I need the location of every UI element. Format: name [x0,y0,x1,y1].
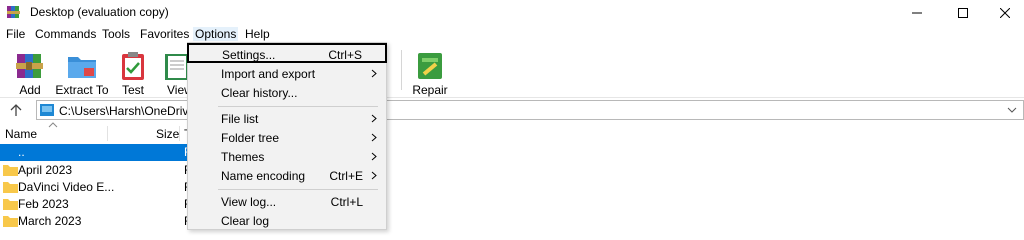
chevron-down-icon[interactable] [1007,106,1017,114]
shortcut-label: Ctrl+L [330,195,363,209]
list-item[interactable]: .. F [0,144,191,161]
folder-icon [3,199,18,210]
column-separator[interactable] [107,126,108,141]
chevron-right-icon [371,69,377,78]
column-name[interactable]: Name [5,127,37,141]
list-item[interactable]: Feb 2023 F [0,196,191,213]
extract-to-label: Extract To [55,83,109,97]
menu-item-themes[interactable]: Themes [188,147,386,166]
list-item[interactable]: DaVinci Video E... F [0,179,191,196]
repair-kit-icon [418,53,442,79]
extract-to-button[interactable]: Extract To [54,48,110,97]
add-button[interactable]: Add [2,48,58,97]
column-size[interactable]: Size [156,127,179,141]
up-arrow-icon[interactable] [8,102,24,118]
maximize-icon [958,7,968,18]
toolbar: Add Extract To Test View [0,44,1024,98]
view-book-icon [165,54,187,80]
folder-icon [3,165,18,176]
minimize-icon [912,12,922,13]
menu-item-view-log[interactable]: View log... Ctrl+L [188,192,386,211]
menu-item-clear-history[interactable]: Clear history... [188,83,386,102]
menu-item-folder-tree[interactable]: Folder tree [188,128,386,147]
file-name: March 2023 [18,214,82,228]
file-name: .. [18,145,25,159]
window-title: Desktop (evaluation copy) [30,5,169,19]
menu-item-label: View log... [221,195,277,209]
menu-tools[interactable]: Tools [100,27,132,41]
add-label: Add [19,83,41,97]
menu-item-file-list[interactable]: File list [188,109,386,128]
menu-item-settings[interactable]: Settings... Ctrl+S [187,43,387,63]
menu-item-name-encoding[interactable]: Name encoding Ctrl+E [188,166,386,185]
test-clipboard-icon [122,52,144,80]
options-menu: Settings... Ctrl+S Import and export Cle… [187,42,387,230]
menu-item-import-export[interactable]: Import and export [188,64,386,83]
column-separator[interactable] [179,126,180,141]
menu-bar: File Commands Tools Favorites Options He… [0,25,1024,44]
chevron-right-icon [371,114,377,123]
repair-label: Repair [412,83,448,97]
close-button[interactable] [982,0,1024,25]
minimize-button[interactable] [894,0,940,25]
menu-favorites[interactable]: Favorites [138,27,191,41]
list-item[interactable]: March 2023 F [0,213,191,230]
path-input[interactable]: C:\Users\Harsh\OneDrive\D [36,100,1024,120]
address-bar: C:\Users\Harsh\OneDrive\D [0,99,1024,121]
menu-item-label: Themes [221,150,265,164]
path-text: C:\Users\Harsh\OneDrive\D [59,104,208,118]
menu-commands[interactable]: Commands [33,27,98,41]
menu-item-label: Folder tree [221,131,280,145]
menu-help[interactable]: Help [243,27,272,41]
menu-item-label: File list [221,112,259,126]
winrar-books-icon[interactable] [6,4,22,20]
menu-item-label: Name encoding [221,169,306,183]
add-archive-icon [16,54,43,78]
chevron-right-icon [371,133,377,142]
menu-separator [218,189,378,190]
view-label: View [167,83,187,96]
file-name: April 2023 [18,163,73,177]
file-list-header: Name Size T [0,122,1024,143]
close-icon [1000,7,1010,18]
title-bar: Desktop (evaluation copy) [0,0,1024,25]
list-item[interactable]: April 2023 F [0,162,191,179]
shortcut-label: Ctrl+E [329,169,363,183]
chevron-right-icon [371,152,377,161]
file-name: Feb 2023 [18,197,69,211]
sort-ascending-icon [48,122,58,128]
folder-icon [3,182,18,193]
view-button[interactable]: View [153,48,187,96]
menu-item-label: Import and export [221,67,316,81]
menu-item-clear-log[interactable]: Clear log [188,211,386,230]
menu-item-label: Clear history... [221,86,298,100]
menu-item-label: Clear log [221,214,270,228]
repair-button[interactable]: Repair [402,48,458,97]
folder-icon [3,216,18,227]
maximize-button[interactable] [940,0,986,25]
menu-file[interactable]: File [4,27,27,41]
extract-folder-icon [68,57,96,78]
drive-icon [40,104,54,116]
file-name: DaVinci Video E... [18,180,115,194]
menu-separator [218,106,378,107]
menu-options[interactable]: Options [193,27,239,41]
shortcut-label: Ctrl+S [328,48,362,62]
menu-item-label: Settings... [222,48,276,62]
chevron-right-icon [371,171,377,180]
